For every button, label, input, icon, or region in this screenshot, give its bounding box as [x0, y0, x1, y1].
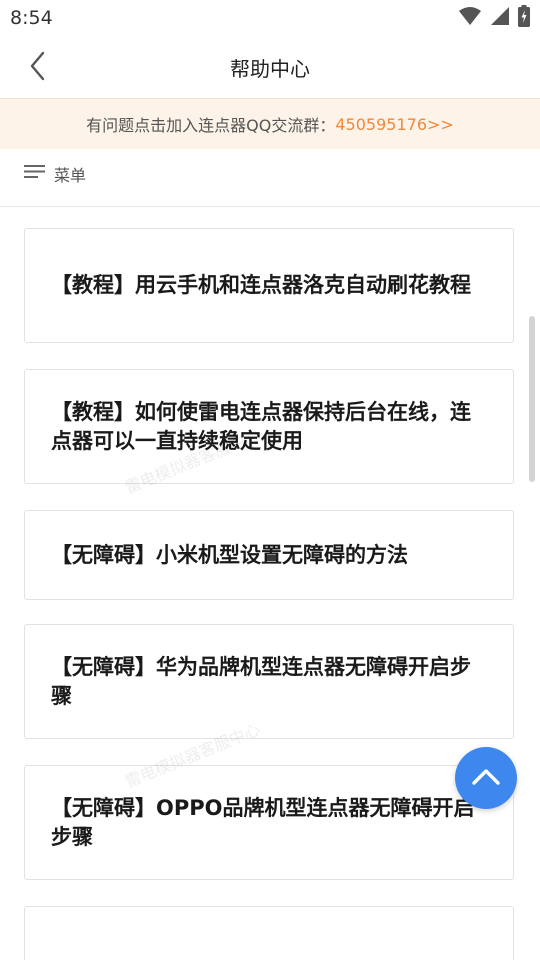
article-card[interactable]: 【无障碍】OPPO品牌机型连点器无障碍开启步骤	[24, 765, 514, 880]
back-button[interactable]	[20, 50, 56, 86]
nav-bar: 帮助中心	[0, 36, 540, 98]
scrollbar[interactable]	[529, 316, 535, 482]
article-title: 【无障碍】OPPO品牌机型连点器无障碍开启步骤	[51, 795, 475, 849]
article-card[interactable]: 【无障碍】华为品牌机型连点器无障碍开启步骤	[24, 624, 514, 739]
article-card[interactable]: 【教程】用云手机和连点器洛克自动刷花教程	[24, 228, 514, 343]
article-card[interactable]: 【教程】如何使雷电连点器保持后台在线，连点器可以一直持续稳定使用	[24, 369, 514, 484]
chevron-up-icon	[471, 766, 501, 790]
qq-group-link[interactable]: 450595176>>	[335, 115, 453, 134]
article-list[interactable]: 【教程】用云手机和连点器洛克自动刷花教程 【教程】如何使雷电连点器保持后台在线，…	[0, 206, 540, 960]
article-title: 【无障碍】华为品牌机型连点器无障碍开启步骤	[51, 654, 471, 708]
qq-group-notice[interactable]: 有问题点击加入连点器QQ交流群： 450595176>>	[0, 98, 540, 149]
article-title: 【无障碍】小米机型设置无障碍的方法	[51, 542, 408, 567]
menu-row: 菜单	[0, 148, 540, 207]
notice-text: 有问题点击加入连点器QQ交流群：	[86, 116, 336, 135]
menu-lines-icon	[24, 162, 46, 186]
page-title: 帮助中心	[230, 56, 310, 81]
wifi-icon	[458, 6, 482, 30]
status-time: 8:54	[10, 7, 53, 29]
article-card[interactable]	[24, 906, 514, 960]
article-card[interactable]: 【无障碍】小米机型设置无障碍的方法	[24, 510, 514, 600]
chevron-left-icon	[28, 51, 48, 85]
status-icons	[458, 5, 530, 31]
status-bar: 8:54	[0, 0, 540, 36]
signal-icon	[490, 6, 510, 30]
scroll-to-top-button[interactable]	[455, 747, 517, 809]
article-title: 【教程】用云手机和连点器洛克自动刷花教程	[51, 273, 471, 297]
battery-icon	[518, 5, 530, 31]
menu-button[interactable]: 菜单	[24, 162, 86, 186]
article-title: 【教程】如何使雷电连点器保持后台在线，连点器可以一直持续稳定使用	[51, 399, 471, 453]
menu-label: 菜单	[54, 166, 87, 185]
